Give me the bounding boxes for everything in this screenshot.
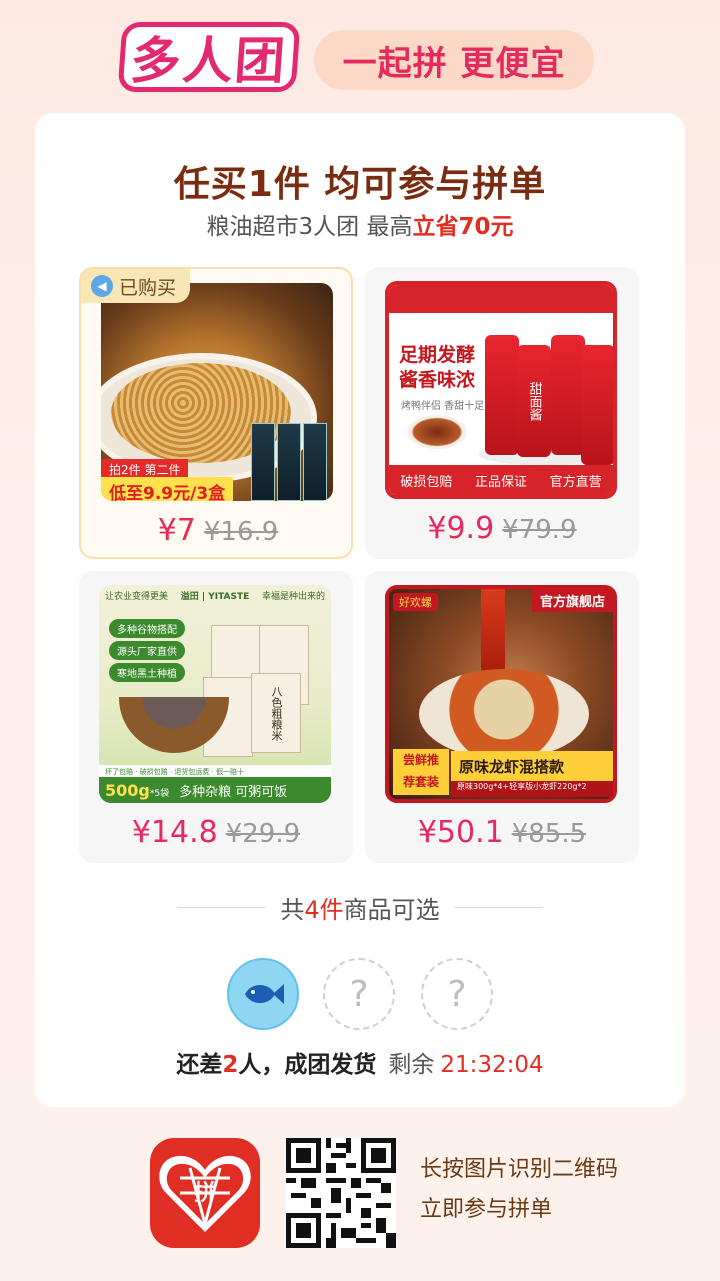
group-members: ? ? [227, 958, 493, 1030]
image-headline: 足期发酵 酱香味浓 [399, 343, 475, 393]
current-price: ¥9.9 [427, 511, 495, 546]
price-row: ¥14.8 ¥29.9 [79, 815, 353, 850]
empty-member-slot[interactable]: ? [323, 958, 395, 1030]
group-status: 还差2人，成团发货 剩余 21:32:04 [35, 1045, 685, 1079]
image-headline: 原味龙虾混搭款 [451, 751, 613, 781]
brand-logo-small: 好欢螺 [393, 593, 438, 611]
brand-name: 溢田 | YITASTE [180, 592, 250, 602]
remain-label: 剩余 [388, 1052, 435, 1078]
qr-code-icon [286, 1138, 396, 1248]
member-avatar[interactable] [227, 958, 299, 1030]
guarantee-item: 正品保证 [474, 474, 527, 490]
sauce-bag-graphic [581, 345, 613, 465]
weight-label: 500g [105, 780, 150, 800]
qr-code[interactable] [286, 1138, 396, 1248]
product-image[interactable]: 拍2件 第二件 低至9.9元/3盒 [101, 283, 333, 501]
product-card-crayfish[interactable]: 好欢螺 官方旗舰店 尝鲜推 荐套装 原味龙虾混搭款 原味300g*4+轻享版小龙… [365, 571, 639, 863]
item-count: 4件 [304, 895, 344, 924]
guarantee-item: 官方直营 [549, 474, 602, 490]
item-count-divider: 共4件商品可选 [165, 889, 555, 925]
sauce-bag-graphic [551, 335, 585, 455]
guarantee-strip: 破损包赔 正品保证 官方直营 [389, 465, 613, 495]
bought-tag-label: 已购买 [119, 276, 177, 299]
divider-line [453, 906, 542, 908]
rice-pack-graphic: 八色粗粮米 [251, 673, 301, 753]
product-card-sauce[interactable]: 足期发酵 酱香味浓 烤鸭伴侣 香甜十足 甜面酱 破损包赔 正品保证 官方直营 ¥… [365, 267, 639, 559]
card-subtitle: 粮油超市3人团 最高立省70元 [35, 207, 685, 241]
sauce-pour-graphic [481, 589, 505, 679]
slogan-badge: 一起拼 更便宜 [314, 30, 594, 90]
original-price: ¥29.9 [225, 819, 301, 849]
promo-banner-large: 低至9.9元/3盒 [101, 477, 234, 501]
join-instruction: 立即参与拼单 [420, 1197, 553, 1222]
saving-highlight: 立省70元 [412, 214, 514, 240]
package-graphic [303, 423, 327, 501]
status-text: 还差2人，成团发货 [176, 1052, 377, 1078]
current-price: ¥14.8 [131, 815, 218, 850]
product-image[interactable]: 让农业变得更美 溢田 | YITASTE 幸福是种出来的 多种谷物搭配 源头厂家… [99, 585, 331, 803]
feature-pill: 多种谷物搭配 [109, 619, 185, 638]
brand-logo: 多人团 [117, 22, 301, 92]
current-price: ¥7 [157, 513, 196, 548]
original-price: ¥85.5 [511, 819, 587, 849]
sauce-bag-graphic [485, 335, 519, 455]
footer-instructions: 长按图片识别二维码 立即参与拼单 [420, 1150, 618, 1230]
price-row: ¥50.1 ¥85.5 [365, 815, 639, 850]
original-price: ¥79.9 [502, 515, 577, 545]
price-row: ¥7 ¥16.9 [81, 513, 355, 548]
headline-line: 足期发酵 [399, 344, 476, 366]
bought-tag: ◀ 已购买 [81, 269, 191, 303]
feature-pill: 源头厂家直供 [109, 641, 185, 660]
image-caption: 原味300g*4+轻享版小龙虾220g*2 [451, 781, 613, 797]
card-title: 任买1件 均可参与拼单 [173, 164, 547, 205]
empty-member-slot[interactable]: ? [421, 958, 493, 1030]
quantity-label: *5袋 [149, 788, 170, 799]
pinduoduo-app-icon: 拼 [150, 1138, 260, 1248]
image-footer: 500g*5袋 多种杂粮 可粥可饭 [99, 777, 331, 803]
top-strip-text: 让农业变得更美 [105, 592, 169, 602]
sauce-bag-graphic: 甜面酱 [517, 345, 551, 457]
noodle-bowl-graphic [419, 669, 589, 759]
package-graphic [251, 423, 275, 501]
feature-pill: 寒地黑土种植 [109, 663, 185, 682]
divider-line [178, 906, 267, 908]
scan-instruction: 长按图片识别二维码 [420, 1157, 619, 1182]
footer-slogan: 多种杂粮 可粥可饭 [179, 784, 288, 800]
group-buy-card: 任买1件 均可参与拼单 粮油超市3人团 最高立省70元 ◀ 已购买 拍2件 第二… [35, 113, 685, 1107]
product-image[interactable]: 好欢螺 官方旗舰店 尝鲜推 荐套装 原味龙虾混搭款 原味300g*4+轻享版小龙… [385, 585, 617, 803]
item-count-text: 共4件商品可选 [280, 895, 440, 924]
brand-header-strip [389, 285, 613, 313]
countdown-timer: 21:32:04 [440, 1052, 544, 1078]
product-card-noodle[interactable]: ◀ 已购买 拍2件 第二件 低至9.9元/3盒 ¥7 ¥16.9 [79, 267, 353, 559]
product-image[interactable]: 足期发酵 酱香味浓 烤鸭伴侣 香甜十足 甜面酱 破损包赔 正品保证 官方直营 [385, 281, 617, 499]
fish-icon [245, 984, 284, 1004]
headline-line: 酱香味浓 [399, 369, 476, 391]
missing-count: 2 [222, 1052, 239, 1078]
top-strip-text: 幸福是种出来的 [261, 592, 325, 602]
back-arrow-icon: ◀ [91, 275, 113, 297]
current-price: ¥50.1 [417, 815, 504, 850]
guarantee-item: 破损包赔 [400, 474, 453, 490]
flagship-badge: 官方旗舰店 [531, 589, 613, 612]
dish-graphic [407, 415, 467, 449]
original-price: ¥16.9 [203, 517, 279, 547]
price-row: ¥9.9 ¥79.9 [365, 511, 639, 546]
product-card-rice[interactable]: 让农业变得更美 溢田 | YITASTE 幸福是种出来的 多种谷物搭配 源头厂家… [79, 571, 353, 863]
image-caption: 烤鸭伴侣 香甜十足 [401, 401, 485, 412]
image-top-strip: 让农业变得更美 溢田 | YITASTE 幸福是种出来的 [99, 585, 331, 605]
heart-logo-icon: 拼 [159, 1155, 251, 1232]
recommend-tag: 尝鲜推 荐套装 [393, 749, 449, 795]
app-icon-text: 拼 [194, 1180, 216, 1206]
subtitle-text: 粮油超市3人团 最高 [206, 214, 413, 240]
package-graphic [277, 423, 301, 501]
